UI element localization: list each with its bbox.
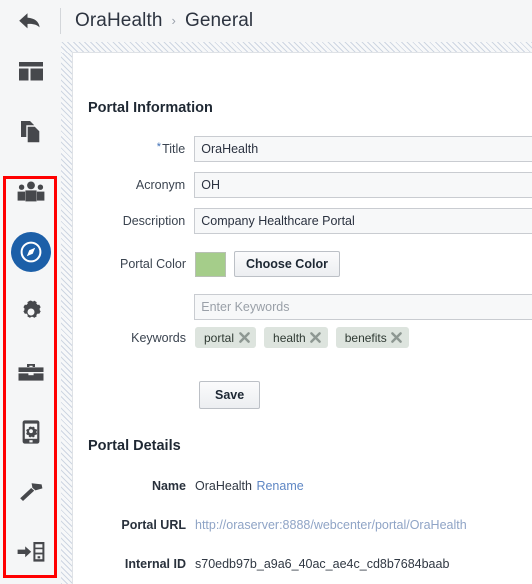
active-indicator (10, 232, 51, 272)
portal-general-settings-screen: OraHealth › General Portal Information *… (0, 0, 532, 584)
portal-information-heading: Portal Information (88, 100, 213, 116)
breadcrumb-portal[interactable]: OraHealth (75, 10, 163, 32)
acronym-label: Acronym (135, 178, 186, 192)
keywords-input[interactable] (194, 294, 532, 320)
breadcrumb-page[interactable]: General (185, 10, 253, 32)
detail-row-name: Name OraHealth Rename (73, 477, 532, 496)
portal-url-link[interactable]: http://oraserver:8888/webcenter/portal/O… (195, 516, 467, 535)
sidebar-item-members[interactable] (0, 162, 61, 222)
description-input[interactable] (194, 208, 532, 234)
save-row: Save (73, 381, 532, 409)
sidebar-item-assets[interactable] (0, 462, 61, 522)
close-x-icon[interactable] (237, 331, 251, 345)
field-row-title: *Title (73, 136, 532, 163)
required-marker: * (156, 141, 162, 153)
field-row-keywords-input (73, 294, 532, 320)
breadcrumb-divider (60, 8, 61, 34)
toolbox-icon (17, 361, 45, 383)
sidebar-item-dashboard[interactable] (0, 42, 61, 102)
name-label: Name (151, 479, 186, 493)
content-panel: Portal Information *Title Acronym Descri… (72, 52, 532, 584)
mobile-gear-icon (21, 419, 41, 445)
portal-url-label: Portal URL (121, 518, 186, 532)
close-x-icon[interactable] (390, 331, 404, 345)
keyword-chip[interactable]: health (264, 327, 328, 348)
keyword-chip-label: portal (204, 330, 235, 345)
portal-color-label: Portal Color (120, 257, 186, 271)
server-import-icon (16, 540, 46, 564)
rename-link[interactable]: Rename (256, 479, 303, 493)
top-bar: OraHealth › General (0, 0, 532, 42)
field-row-portal-color: Portal Color Choose Color (73, 251, 532, 277)
choose-color-button[interactable]: Choose Color (234, 251, 340, 277)
back-button[interactable] (0, 0, 60, 42)
keyword-chip[interactable]: benefits (335, 327, 409, 348)
sidebar-item-deploy[interactable] (0, 522, 61, 582)
sidebar-item-settings[interactable] (0, 282, 61, 342)
documents-copy-icon (19, 119, 43, 145)
acronym-input[interactable] (194, 172, 532, 198)
detail-row-internal-id: Internal ID s70edb97b_a9a6_40ac_ae4c_cd8… (73, 555, 532, 574)
gear-icon (18, 299, 44, 325)
field-row-keywords: Keywords portal health benefits (73, 325, 532, 351)
hammer-icon (17, 480, 45, 504)
save-button[interactable]: Save (199, 381, 261, 409)
people-group-icon (16, 180, 46, 204)
close-x-icon[interactable] (309, 331, 323, 345)
title-label: *Title (73, 136, 194, 163)
keyword-chip[interactable]: portal (195, 327, 257, 348)
field-row-acronym: Acronym (73, 172, 532, 198)
portal-details-heading: Portal Details (88, 438, 181, 454)
description-label: Description (122, 214, 186, 228)
compass-icon (19, 240, 43, 264)
name-value-group: OraHealth Rename (195, 477, 304, 496)
title-input[interactable] (194, 136, 532, 162)
keyword-chip-label: health (273, 330, 306, 345)
sidebar-rail (0, 42, 61, 584)
layout-dashboard-icon (18, 60, 44, 84)
keyword-chip-label: benefits (344, 330, 387, 345)
breadcrumb: OraHealth › General (75, 10, 253, 32)
internal-id-label: Internal ID (124, 557, 186, 571)
field-row-description: Description (73, 208, 532, 234)
internal-id-value: s70edb97b_a9a6_40ac_ae4c_cd8b7684baab (195, 557, 450, 571)
sidebar-item-device-settings[interactable] (0, 402, 61, 462)
name-value: OraHealth (195, 479, 252, 493)
portal-color-swatch[interactable] (195, 251, 226, 277)
chevron-right-icon: › (171, 13, 176, 28)
keyword-chip-list: portal health benefits (195, 325, 409, 348)
sidebar-item-pages[interactable] (0, 102, 61, 162)
sidebar-item-general[interactable] (0, 222, 61, 282)
title-label-text: Title (162, 142, 186, 156)
back-arrow-icon (17, 10, 43, 32)
sidebar-item-tools[interactable] (0, 342, 61, 402)
detail-row-portal-url: Portal URL http://oraserver:8888/webcent… (73, 516, 532, 535)
keywords-label: Keywords (131, 331, 186, 345)
